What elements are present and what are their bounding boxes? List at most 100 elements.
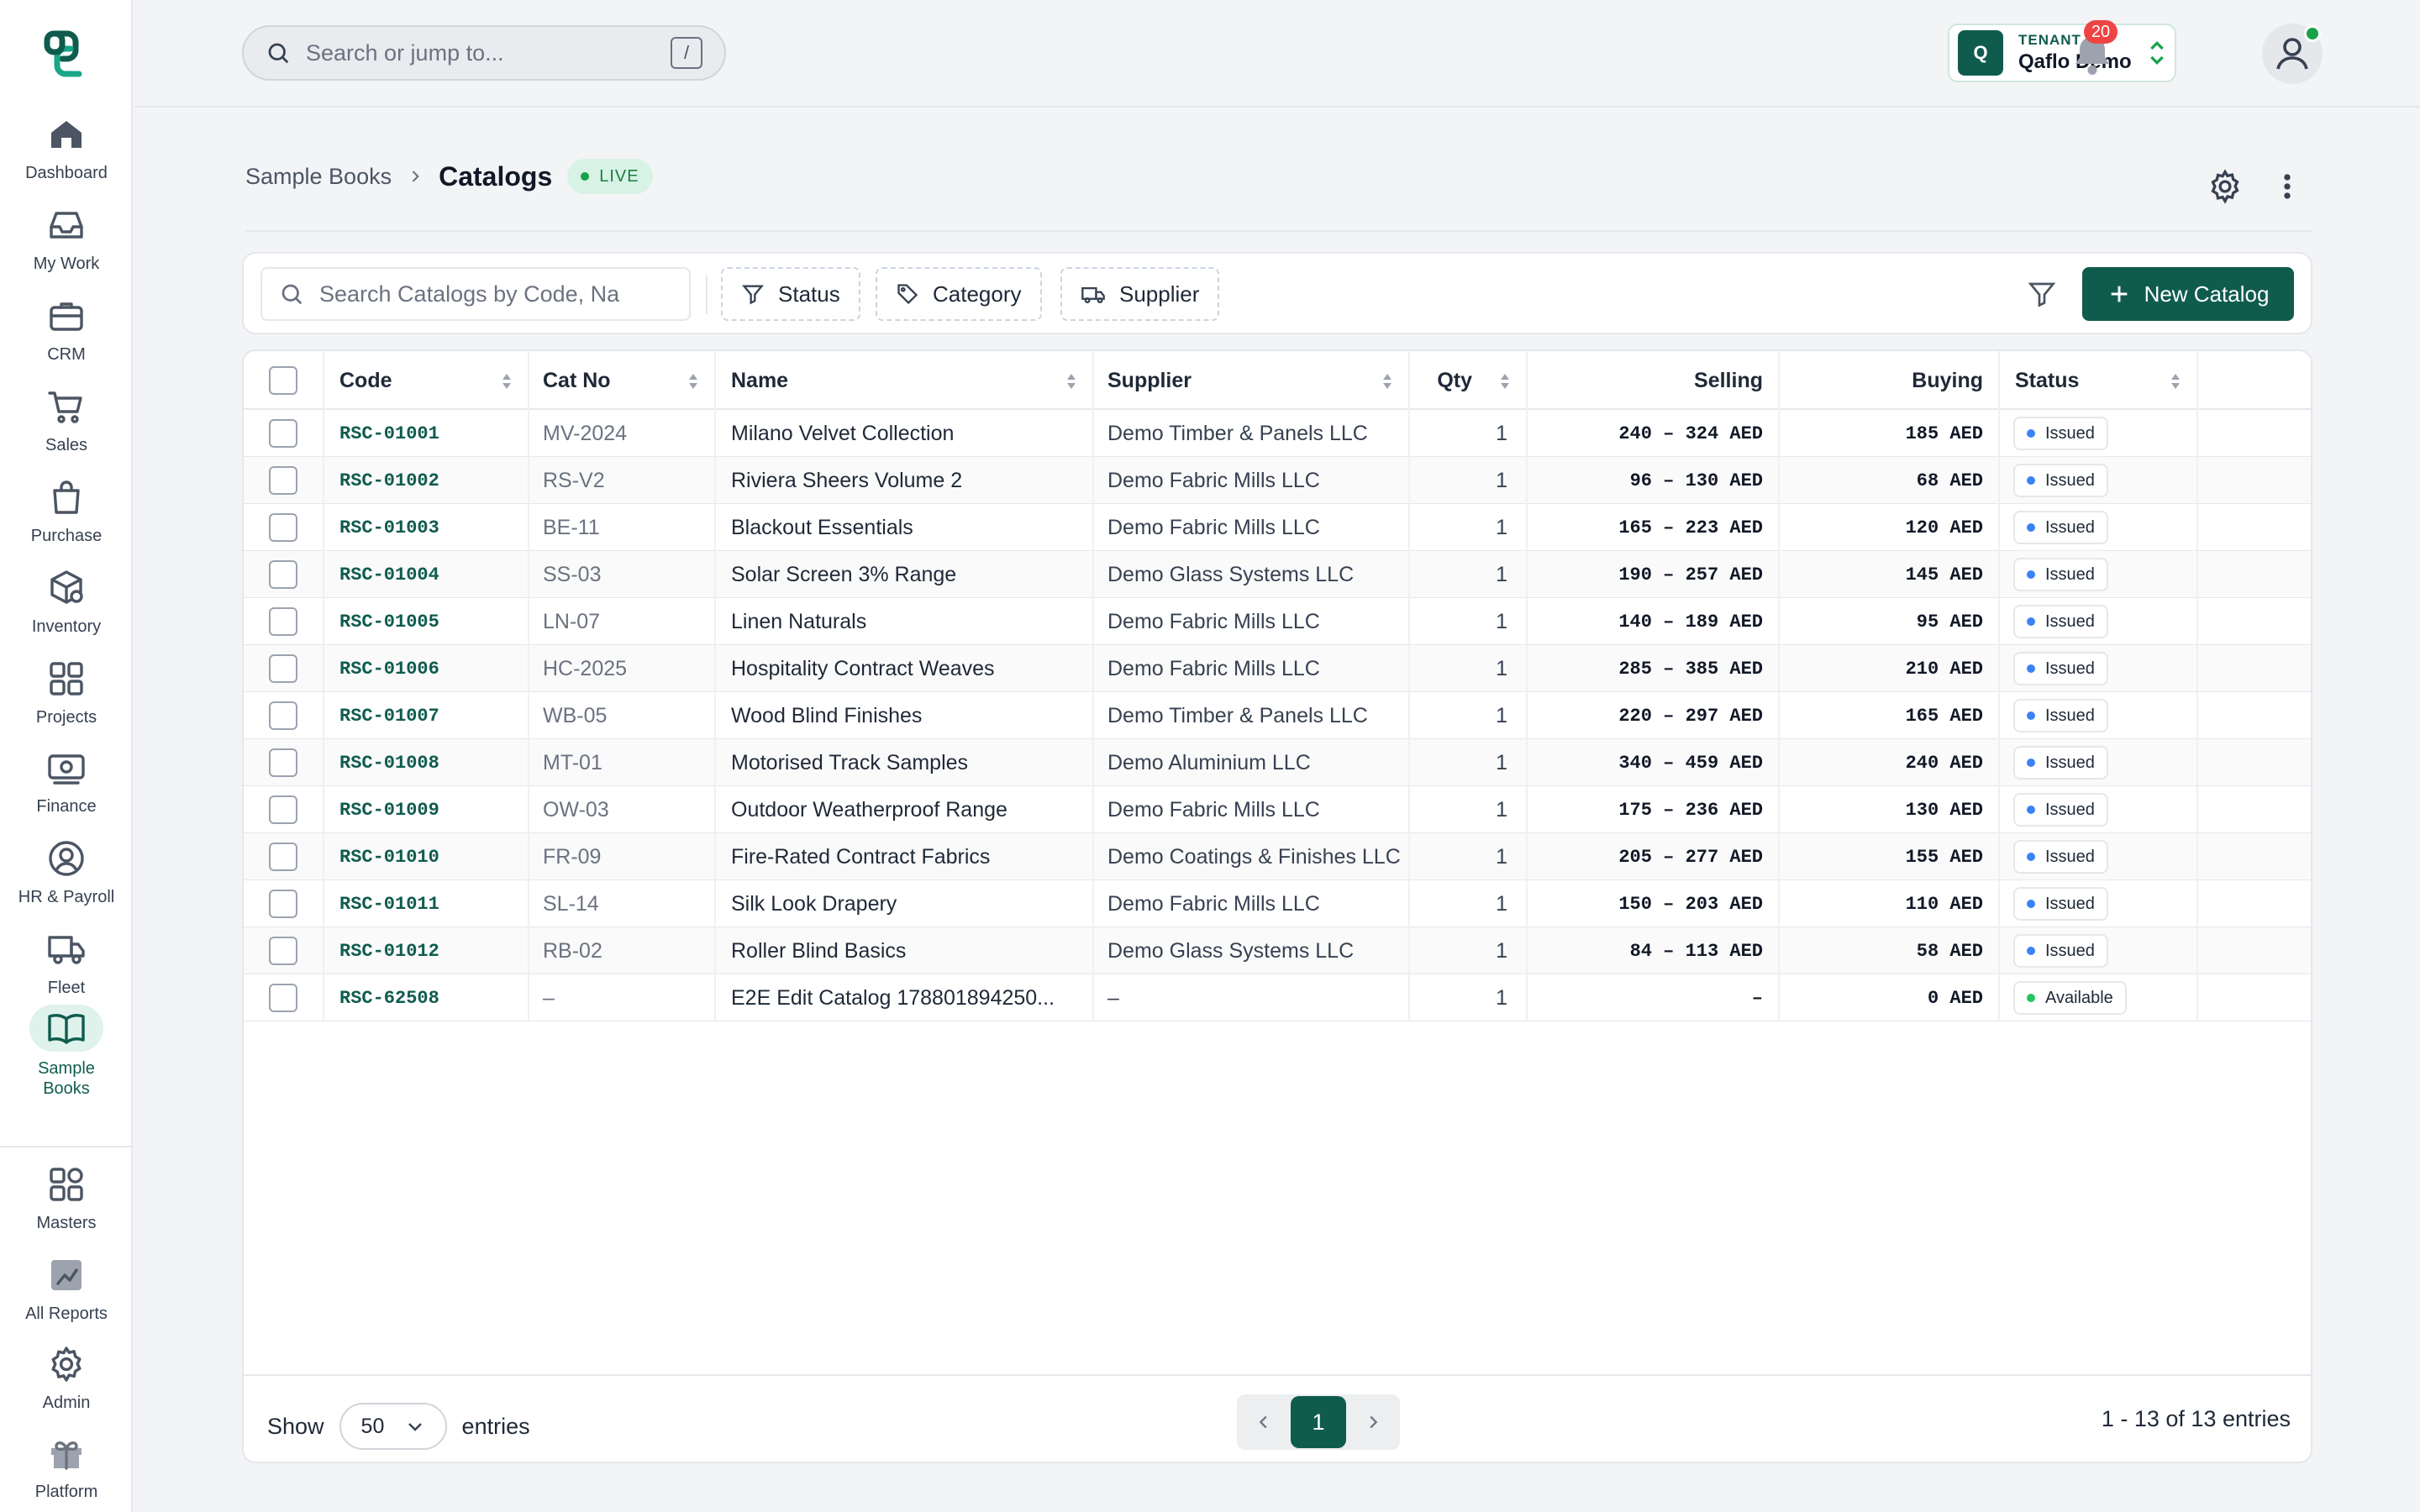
- column-header-name[interactable]: Name: [716, 351, 1094, 410]
- code-cell[interactable]: RSC-01009: [324, 786, 529, 833]
- code-cell[interactable]: RSC-01001: [324, 410, 529, 457]
- row-checkbox[interactable]: [269, 560, 297, 589]
- row-checkbox[interactable]: [269, 607, 297, 636]
- status-dot: [2027, 994, 2035, 1002]
- sidebar-item-hr-payroll[interactable]: HR & Payroll: [0, 838, 133, 907]
- table-row[interactable]: RSC-01003 BE-11 Blackout Essentials Demo Fa…: [244, 504, 2311, 551]
- code-cell[interactable]: RSC-01006: [324, 645, 529, 692]
- sidebar-item-purchase[interactable]: Purchase: [0, 477, 133, 546]
- sidebar-item-crm[interactable]: CRM: [0, 296, 133, 365]
- page-settings-gear-icon[interactable]: [2207, 168, 2244, 205]
- row-checkbox[interactable]: [269, 795, 297, 824]
- cat-no-cell: LN-07: [529, 598, 716, 645]
- sidebar-item-platform[interactable]: Platform: [0, 1433, 133, 1502]
- row-checkbox[interactable]: [269, 654, 297, 683]
- column-header-selling[interactable]: Selling: [1528, 351, 1780, 410]
- row-checkbox[interactable]: [269, 748, 297, 777]
- sidebar-item-masters[interactable]: Masters: [0, 1164, 133, 1233]
- column-header-cat-no[interactable]: Cat No: [529, 351, 716, 410]
- advanced-filter-icon[interactable]: [2027, 279, 2057, 309]
- code-cell[interactable]: RSC-01007: [324, 692, 529, 739]
- buying-cell: 165 AED: [1780, 692, 2000, 739]
- row-checkbox[interactable]: [269, 419, 297, 448]
- qty-cell: 1: [1410, 974, 1528, 1021]
- sidebar: Dashboard My Work CRM Sales Purchase Inventor…: [0, 0, 133, 1512]
- status-filter-chip[interactable]: Status: [721, 267, 860, 321]
- code-cell[interactable]: RSC-01011: [324, 880, 529, 927]
- sidebar-item-dashboard[interactable]: Dashboard: [0, 114, 133, 183]
- column-header-qty[interactable]: Qty: [1410, 351, 1528, 410]
- sidebar-item-my-work[interactable]: My Work: [0, 205, 133, 274]
- page-1-button[interactable]: 1: [1291, 1396, 1346, 1448]
- sidebar-item-finance[interactable]: Finance: [0, 748, 133, 816]
- selling-cell: 175 – 236 AED: [1528, 786, 1780, 833]
- chevron-up-down-icon: [2150, 40, 2164, 66]
- catalog-search-input[interactable]: [319, 281, 655, 307]
- page-size-select[interactable]: 50: [339, 1403, 447, 1450]
- sort-icon[interactable]: [1065, 372, 1077, 391]
- table-row[interactable]: RSC-01004 SS-03 Solar Screen 3% Range Demo …: [244, 551, 2311, 598]
- column-header-supplier[interactable]: Supplier: [1094, 351, 1410, 410]
- row-checkbox[interactable]: [269, 701, 297, 730]
- table-row[interactable]: RSC-01010 FR-09 Fire-Rated Contract Fabric…: [244, 833, 2311, 880]
- table-row[interactable]: RSC-01006 HC-2025 Hospitality Contract Wea…: [244, 645, 2311, 692]
- table-row[interactable]: RSC-01002 RS-V2 Riviera Sheers Volume 2 Dem…: [244, 457, 2311, 504]
- catalog-search[interactable]: [260, 267, 691, 321]
- column-header-status[interactable]: Status: [2000, 351, 2198, 410]
- code-cell[interactable]: RSC-01008: [324, 739, 529, 786]
- code-cell[interactable]: RSC-01010: [324, 833, 529, 880]
- table-row[interactable]: RSC-01011 SL-14 Silk Look Drapery Demo Fabr…: [244, 880, 2311, 927]
- next-page-button[interactable]: [1349, 1399, 1397, 1446]
- sidebar-item-projects[interactable]: Projects: [0, 659, 133, 727]
- status-text: Issued: [2045, 470, 2095, 490]
- sort-icon[interactable]: [687, 372, 699, 391]
- row-checkbox[interactable]: [269, 466, 297, 495]
- status-cell: Issued: [2000, 645, 2198, 692]
- more-options-icon[interactable]: [2272, 168, 2302, 205]
- sidebar-item-sample-books[interactable]: Sample Books: [0, 1005, 133, 1099]
- table-row[interactable]: RSC-01007 WB-05 Wood Blind Finishes Demo Ti…: [244, 692, 2311, 739]
- table-row[interactable]: RSC-01008 MT-01 Motorised Track Samples Dem…: [244, 739, 2311, 786]
- sidebar-item-inventory[interactable]: Inventory: [0, 568, 133, 637]
- prev-page-button[interactable]: [1240, 1399, 1287, 1446]
- global-search[interactable]: /: [242, 25, 726, 81]
- code-cell[interactable]: RSC-01004: [324, 551, 529, 598]
- sort-icon[interactable]: [2170, 372, 2181, 391]
- table-row[interactable]: RSC-01012 RB-02 Roller Blind Basics Demo Gl…: [244, 927, 2311, 974]
- tenant-switcher[interactable]: Q TENANT Qaflo Demo: [1948, 24, 2176, 82]
- code-cell[interactable]: RSC-01005: [324, 598, 529, 645]
- code-cell[interactable]: RSC-01012: [324, 927, 529, 974]
- table-row[interactable]: RSC-62508– E2E Edit Catalog 178801894250.…: [244, 974, 2311, 1021]
- select-all-checkbox[interactable]: [269, 366, 297, 395]
- column-header-buying[interactable]: Buying: [1780, 351, 2000, 410]
- row-checkbox[interactable]: [269, 937, 297, 965]
- name-cell: Roller Blind Basics: [716, 927, 1094, 974]
- sort-icon[interactable]: [1381, 372, 1393, 391]
- code-cell[interactable]: RSC-01003: [324, 504, 529, 551]
- category-filter-chip[interactable]: Category: [876, 267, 1042, 321]
- row-checkbox[interactable]: [269, 890, 297, 918]
- plus-icon: [2111, 286, 2127, 302]
- column-header-code[interactable]: Code: [324, 351, 529, 410]
- row-checkbox[interactable]: [269, 513, 297, 542]
- breadcrumb-parent[interactable]: Sample Books: [245, 164, 392, 190]
- sort-icon[interactable]: [501, 372, 513, 391]
- row-checkbox[interactable]: [269, 984, 297, 1012]
- sort-icon[interactable]: [1499, 372, 1511, 391]
- row-select-cell: [244, 786, 324, 833]
- app-logo[interactable]: [37, 27, 96, 81]
- new-catalog-button[interactable]: New Catalog: [2082, 267, 2294, 321]
- code-cell[interactable]: RSC-62508: [324, 974, 529, 1021]
- supplier-filter-chip[interactable]: Supplier: [1060, 267, 1220, 321]
- status-dot: [2027, 429, 2035, 438]
- table-row[interactable]: RSC-01005 LN-07 Linen Naturals Demo Fabric …: [244, 598, 2311, 645]
- sidebar-item-fleet[interactable]: Fleet: [0, 929, 133, 998]
- sidebar-item-all-reports[interactable]: All Reports: [0, 1255, 133, 1324]
- sidebar-item-admin[interactable]: Admin: [0, 1344, 133, 1413]
- row-checkbox[interactable]: [269, 843, 297, 871]
- table-row[interactable]: RSC-01009 OW-03 Outdoor Weatherproof Range…: [244, 786, 2311, 833]
- code-cell[interactable]: RSC-01002: [324, 457, 529, 504]
- global-search-input[interactable]: [306, 39, 671, 66]
- sidebar-item-sales[interactable]: Sales: [0, 386, 133, 455]
- table-row[interactable]: RSC-01001 MV-2024 Milano Velvet Collection…: [244, 410, 2311, 457]
